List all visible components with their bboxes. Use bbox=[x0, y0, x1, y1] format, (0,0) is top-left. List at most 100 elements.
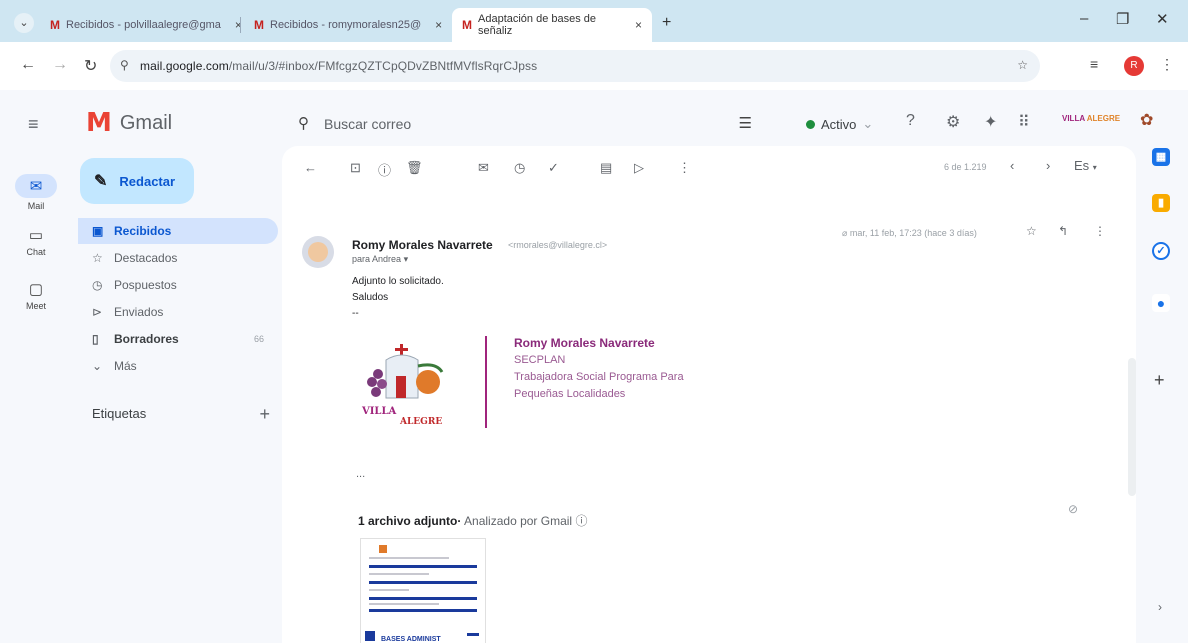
back-arrow-icon[interactable]: ← bbox=[20, 56, 36, 74]
tab-close-icon[interactable]: × bbox=[635, 18, 642, 32]
new-tab-button[interactable]: + bbox=[662, 14, 671, 32]
send-icon: ⊳ bbox=[92, 305, 103, 319]
search-options-icon[interactable]: ☰ bbox=[739, 114, 752, 132]
nav-item-pospuestos[interactable]: ◷ Pospuestos bbox=[78, 272, 278, 298]
newer-chevron-icon[interactable]: ‹ bbox=[1010, 158, 1014, 173]
sender-name[interactable]: Romy Morales Navarrete bbox=[352, 238, 493, 252]
attachments-header: 1 archivo adjunto· Analizado por Gmail ⓘ bbox=[358, 514, 588, 528]
rail-chat-label: Chat bbox=[26, 247, 46, 257]
org-logo[interactable]: VILLA ALEGRE bbox=[1062, 114, 1120, 123]
gmail-header: ≡ M Gmail ⚲ Buscar correo ☰ Activo ⌄ ? ⚙… bbox=[0, 90, 1188, 154]
gmail-m-icon: M bbox=[86, 108, 112, 138]
archive-icon[interactable]: ⊡ bbox=[350, 160, 361, 176]
gmail-favicon-icon: M bbox=[462, 18, 472, 32]
nav-item-enviados[interactable]: ⊳ Enviados bbox=[78, 299, 278, 325]
help-icon[interactable]: ? bbox=[906, 112, 915, 130]
star-message-icon[interactable]: ☆ bbox=[1026, 224, 1037, 238]
chevron-down-icon: ⌄ bbox=[92, 359, 103, 373]
apps-grid-icon[interactable]: ⠿ bbox=[1018, 112, 1030, 132]
attachments-count: 1 archivo adjunto bbox=[358, 514, 458, 528]
nav-item-destacados[interactable]: ☆ Destacados bbox=[78, 245, 278, 271]
gemini-sparkle-icon[interactable]: ✦ bbox=[984, 112, 997, 132]
gmail-logo[interactable]: M Gmail bbox=[86, 108, 172, 138]
label-icon[interactable]: ▷ bbox=[634, 160, 644, 176]
mark-unread-icon[interactable]: ✉ bbox=[478, 160, 489, 176]
browser-tab-2[interactable]: M Recibidos - romymoralesn25@ × bbox=[244, 8, 452, 42]
older-chevron-icon[interactable]: › bbox=[1046, 158, 1050, 173]
nav-item-recibidos[interactable]: ▣ Recibidos bbox=[78, 218, 278, 244]
info-icon[interactable]: ⓘ bbox=[575, 514, 587, 528]
status-selector[interactable]: Activo ⌄ bbox=[806, 116, 873, 132]
reading-list-icon[interactable]: ≡ bbox=[1090, 56, 1098, 72]
villa-alegre-logo: VILLA ALEGRE bbox=[356, 342, 468, 428]
nav-item-mas[interactable]: ⌄ Más bbox=[78, 353, 278, 379]
address-bar[interactable]: ⚲ mail.google.com/mail/u/3/#inbox/FMfcgz… bbox=[110, 50, 1040, 82]
recipient-line[interactable]: para Andrea ▾ bbox=[352, 254, 408, 265]
maximize-button[interactable]: ❐ bbox=[1116, 10, 1129, 28]
more-options-icon[interactable]: ⋮ bbox=[678, 160, 691, 176]
settings-gear-icon[interactable]: ⚙ bbox=[946, 112, 960, 132]
signature-department: SECPLAN bbox=[514, 354, 566, 366]
main-menu-icon[interactable]: ≡ bbox=[28, 114, 39, 135]
calendar-icon[interactable]: ▦ bbox=[1152, 148, 1170, 166]
inbox-icon: ▣ bbox=[92, 224, 104, 238]
account-avatar-icon[interactable]: ✿ bbox=[1140, 110, 1153, 130]
show-trimmed-content-button[interactable]: ... bbox=[356, 468, 365, 480]
minimize-button[interactable]: – bbox=[1080, 10, 1088, 27]
snooze-icon[interactable]: ◷ bbox=[514, 160, 525, 176]
attachment-thumbnail[interactable]: BASES ADMINIST bbox=[360, 538, 486, 643]
tab-close-icon[interactable]: × bbox=[435, 18, 442, 32]
chat-icon: ▭ bbox=[28, 227, 44, 244]
contacts-icon[interactable]: ● bbox=[1152, 294, 1170, 312]
message-scrollbar[interactable] bbox=[1128, 358, 1136, 496]
forward-arrow-icon[interactable]: → bbox=[52, 56, 68, 74]
rail-mail[interactable]: ✉ Mail bbox=[0, 174, 72, 211]
show-side-panel-icon[interactable]: › bbox=[1158, 600, 1162, 614]
message-more-icon[interactable]: ⋮ bbox=[1094, 224, 1106, 238]
back-to-inbox-icon[interactable]: ← bbox=[304, 160, 317, 175]
nav-label: Borradores bbox=[114, 332, 179, 346]
compose-button[interactable]: ✎ Redactar bbox=[80, 158, 194, 204]
add-label-icon[interactable]: + bbox=[259, 404, 270, 425]
close-window-button[interactable]: ✕ bbox=[1156, 10, 1169, 28]
message-view: ← ⊡ ⓘ 🗑 ✉ ◷ ✓ ▤ ▷ ⋮ 6 de 1.219 ‹ › Es ▾ … bbox=[282, 146, 1136, 643]
reload-icon[interactable]: ↻ bbox=[84, 56, 97, 76]
nav-label: Recibidos bbox=[114, 224, 172, 238]
logo-text-bottom: ALEGRE bbox=[399, 417, 442, 427]
bookmark-star-icon[interactable]: ☆ bbox=[1017, 58, 1028, 72]
tasks-icon[interactable]: ✓ bbox=[1152, 242, 1170, 260]
villa-alegre-logo-graphic: VILLA ALEGRE bbox=[361, 344, 444, 427]
message-body-line: Adjunto lo solicitado. bbox=[352, 276, 444, 287]
rail-meet[interactable]: ▢ Meet bbox=[0, 280, 72, 311]
org-logo-word1: VILLA bbox=[1062, 114, 1085, 123]
tab-search-button[interactable]: ⌄ bbox=[14, 13, 34, 33]
search-input[interactable]: Buscar correo bbox=[324, 116, 411, 132]
report-spam-icon[interactable]: ⓘ bbox=[378, 160, 391, 179]
sender-avatar[interactable] bbox=[302, 236, 334, 268]
reply-icon[interactable]: ↰ bbox=[1058, 224, 1068, 238]
signature-role: Trabajadora Social Programa Para bbox=[514, 371, 684, 383]
move-to-icon[interactable]: ▤ bbox=[600, 160, 612, 176]
browser-tab-3-active[interactable]: M Adaptación de bases de señaliz × bbox=[452, 8, 652, 42]
draft-icon: ▯ bbox=[92, 332, 99, 346]
rail-chat[interactable]: ▭ Chat bbox=[0, 226, 72, 257]
nav-item-borradores[interactable]: ▯ Borradores 66 bbox=[78, 326, 278, 352]
tab-title: Adaptación de bases de señaliz bbox=[478, 13, 597, 37]
delete-icon[interactable]: 🗑 bbox=[406, 160, 423, 176]
attachment-clip-icon: ⌀ bbox=[842, 228, 850, 238]
add-task-icon[interactable]: ✓ bbox=[548, 160, 559, 176]
browser-menu-icon[interactable]: ⋮ bbox=[1160, 56, 1174, 73]
browser-tab-1[interactable]: M Recibidos - polvillaalegre@gma × bbox=[40, 8, 252, 42]
keep-icon[interactable]: ▮ bbox=[1152, 194, 1170, 212]
labels-heading: Etiquetas bbox=[92, 406, 147, 421]
search-bar[interactable]: ⚲ Buscar correo ☰ bbox=[288, 104, 770, 144]
star-icon: ☆ bbox=[92, 251, 103, 265]
add-to-drive-icon[interactable]: ⊘ bbox=[1068, 502, 1078, 516]
url-text[interactable]: mail.google.com/mail/u/3/#inbox/FMfcgzQZ… bbox=[140, 59, 537, 73]
rail-meet-label: Meet bbox=[25, 301, 46, 311]
get-addons-icon[interactable]: + bbox=[1154, 370, 1165, 391]
site-info-icon[interactable]: ⚲ bbox=[120, 58, 129, 72]
profile-avatar[interactable]: R bbox=[1124, 56, 1144, 76]
language-selector[interactable]: Es ▾ bbox=[1074, 158, 1097, 173]
search-icon[interactable]: ⚲ bbox=[298, 114, 309, 132]
